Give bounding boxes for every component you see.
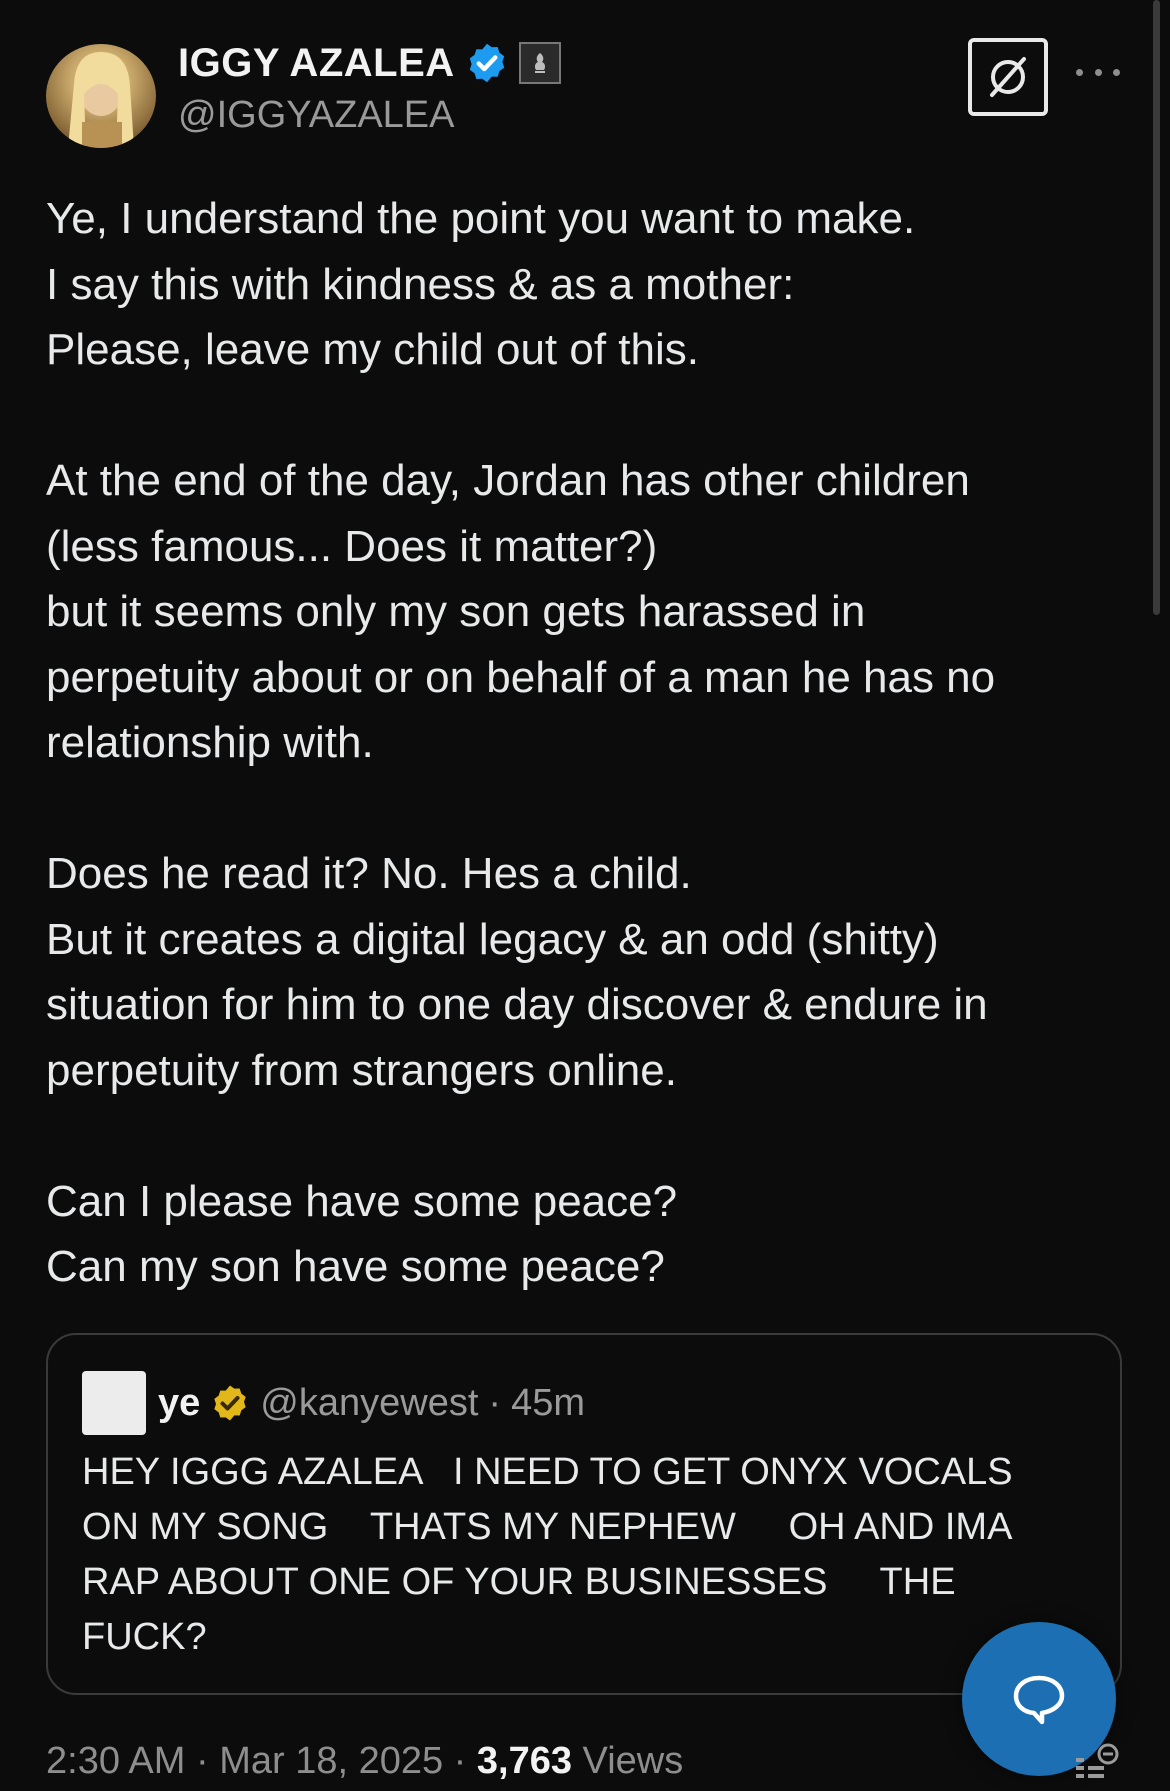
- tweet-date[interactable]: Mar 18, 2025: [219, 1740, 443, 1782]
- quoted-timestamp: 45m: [511, 1381, 585, 1424]
- quoted-author-avatar: [82, 1371, 146, 1435]
- quoted-tweet-header: ye @kanyewest · 45m: [158, 1373, 585, 1433]
- tweet-paragraph: Can I please have some peace? Can my son…: [46, 1176, 678, 1292]
- more-options-button[interactable]: [1076, 60, 1120, 84]
- grok-button[interactable]: [968, 38, 1048, 116]
- author-avatar[interactable]: [46, 44, 156, 148]
- more-dot-icon: [1113, 68, 1120, 76]
- status-list-icon[interactable]: [1072, 1742, 1120, 1790]
- tweet-text: Ye, I understand the point you want to m…: [46, 186, 1126, 1300]
- author-handle[interactable]: @IGGYAZALEA: [178, 94, 455, 137]
- tweet-time[interactable]: 2:30 AM: [46, 1740, 185, 1782]
- meta-separator: ·: [185, 1740, 220, 1782]
- tweet-paragraph: Ye, I understand the point you want to m…: [46, 194, 916, 374]
- quoted-separator: ·: [488, 1381, 502, 1424]
- tweet-meta: 2:30 AM · Mar 18, 2025 · 3,763 Views: [46, 1740, 683, 1783]
- author-display-name[interactable]: IGGY AZALEA: [178, 41, 455, 86]
- quoted-tweet-card[interactable]: ye @kanyewest · 45m HEY IGGG AZALEA I NE…: [46, 1333, 1122, 1695]
- gold-verified-badge-icon: [214, 1385, 246, 1421]
- more-dot-icon: [1076, 68, 1083, 76]
- reply-bubble-icon: [1013, 1675, 1065, 1725]
- verified-badge-icon[interactable]: [465, 41, 509, 85]
- quoted-author-handle: @kanyewest: [260, 1381, 479, 1424]
- quoted-tweet-text: HEY IGGG AZALEA I NEED TO GET ONYX VOCAL…: [82, 1451, 1013, 1658]
- grok-icon: [990, 57, 1026, 97]
- meta-separator: ·: [443, 1740, 477, 1782]
- views-label: Views: [572, 1740, 684, 1782]
- views-count: 3,763: [476, 1740, 572, 1782]
- affiliate-badge-icon[interactable]: [518, 42, 561, 84]
- tweet-paragraph: At the end of the day, Jordan has other …: [46, 456, 996, 767]
- author-name-row: IGGY AZALEA: [178, 38, 561, 88]
- more-dot-icon: [1094, 68, 1102, 76]
- quoted-author-name: ye: [158, 1381, 201, 1424]
- affiliate-glyph-icon: [534, 53, 545, 73]
- avatar-image: [68, 52, 134, 148]
- scrollbar[interactable]: [1153, 0, 1160, 615]
- tweet-paragraph: Does he read it? No. Hes a child. But it…: [46, 849, 988, 1095]
